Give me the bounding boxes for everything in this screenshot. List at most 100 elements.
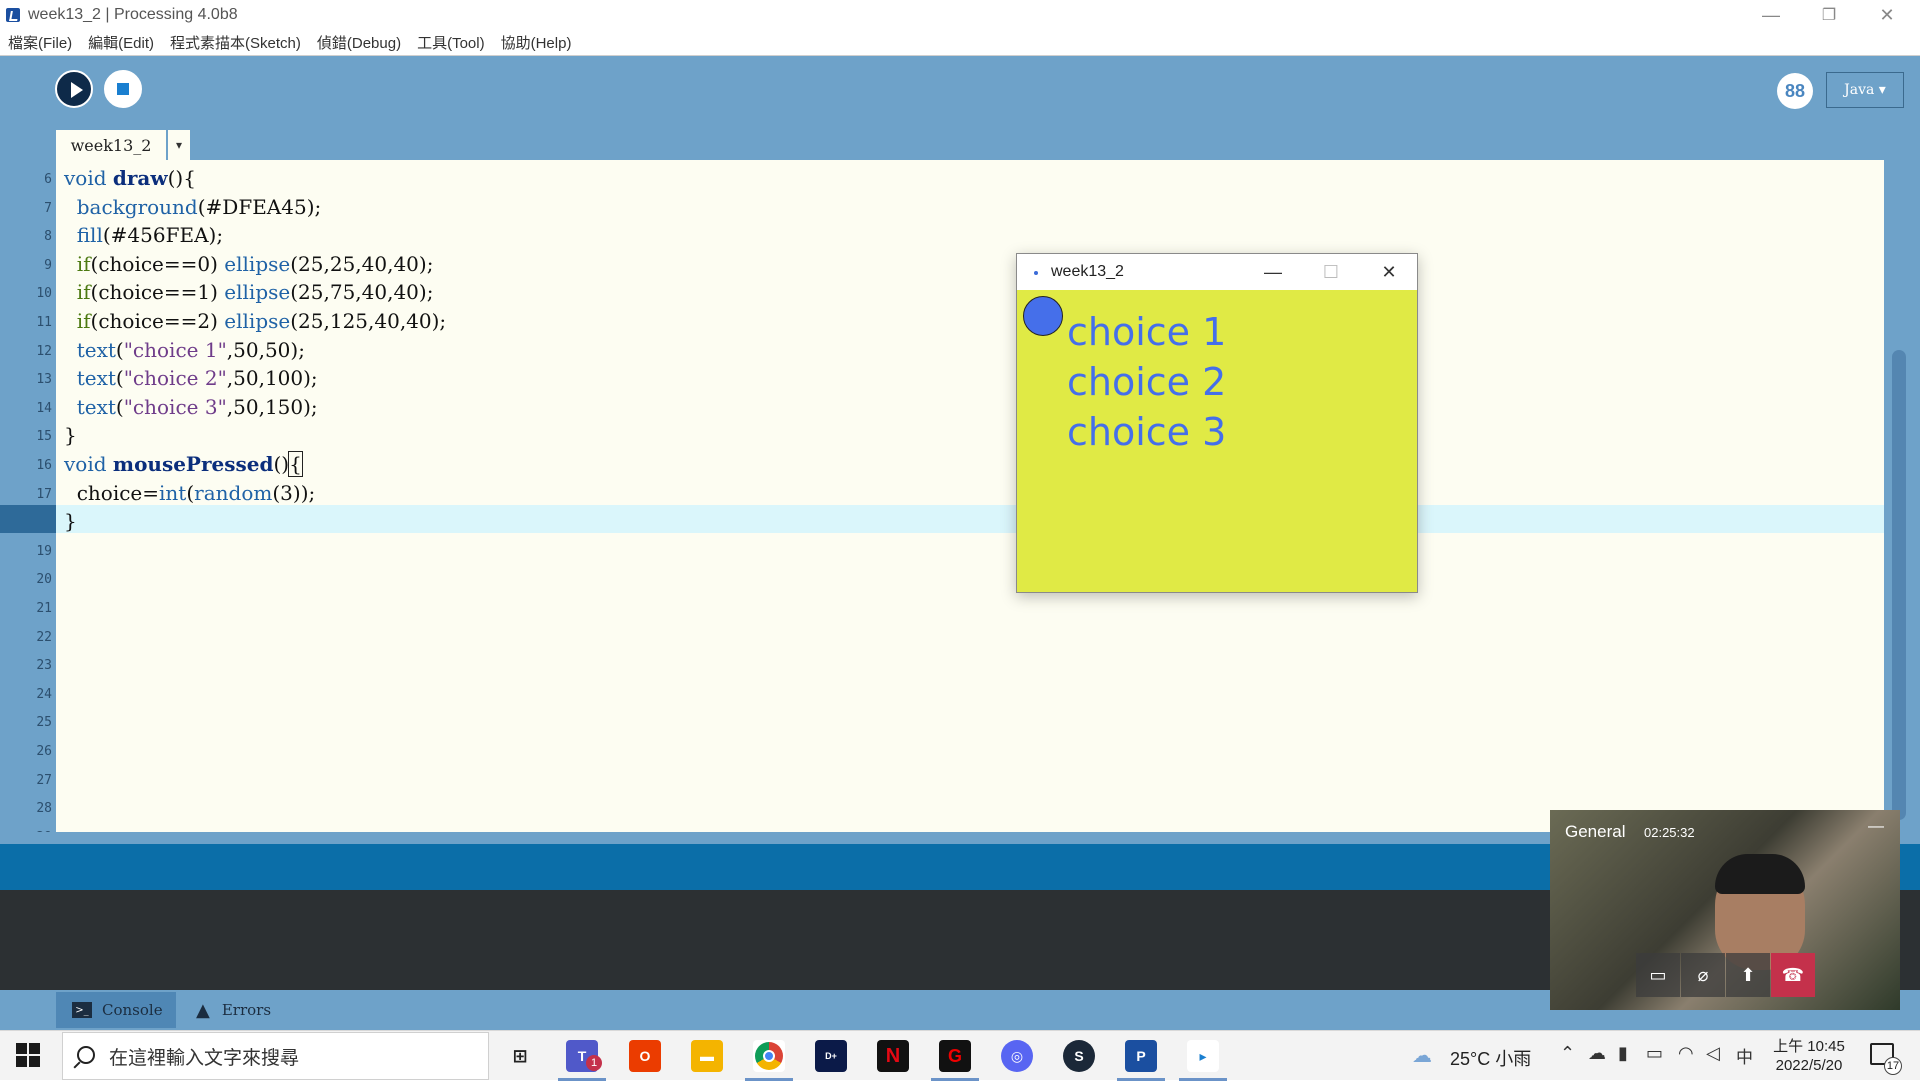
code-line[interactable]: text("choice 2",50,100);: [64, 366, 318, 390]
current-line-gutter-highlight: [0, 505, 56, 533]
garena-icon[interactable]: G: [939, 1040, 971, 1072]
run-button[interactable]: [55, 70, 93, 108]
line-number: 6: [44, 172, 52, 187]
search-placeholder: 在這裡輸入文字來搜尋: [109, 1047, 300, 1069]
code-line[interactable]: }: [64, 509, 77, 533]
menu-edit[interactable]: 編輯(Edit): [88, 32, 154, 53]
stop-button[interactable]: [104, 70, 142, 108]
mic-muted-icon[interactable]: ⌀: [1681, 953, 1725, 997]
console-icon: >_: [72, 1002, 92, 1018]
sketch-close-button[interactable]: ✕: [1365, 254, 1413, 290]
tab-errors[interactable]: ▲ Errors: [190, 992, 310, 1028]
code-line[interactable]: if(choice==0) ellipse(25,25,40,40);: [64, 252, 434, 276]
sketch-window[interactable]: week13_2 — ☐ ✕ choice 1 choice 2 choice …: [1016, 253, 1418, 593]
menu-debug[interactable]: 偵錯(Debug): [317, 32, 401, 53]
sketch-maximize-button[interactable]: ☐: [1307, 254, 1355, 290]
menu-tool[interactable]: 工具(Tool): [417, 32, 485, 53]
sketch-title-bar: week13_2 — ☐ ✕: [1017, 254, 1417, 290]
windows-start-icon[interactable]: [16, 1043, 40, 1067]
start-tile: [16, 1056, 27, 1067]
sketch-choice-2: choice 2: [1067, 360, 1227, 404]
window-title: week13_2 | Processing 4.0b8: [28, 6, 238, 23]
share-screen-icon[interactable]: ⬆: [1726, 953, 1770, 997]
sketch-title: week13_2: [1051, 263, 1124, 280]
office-icon[interactable]: O: [629, 1040, 661, 1072]
sketch-ellipse: [1023, 296, 1063, 336]
line-number: 10: [36, 286, 52, 302]
disney-plus-icon[interactable]: D+: [815, 1040, 847, 1072]
code-line[interactable]: fill(#456FEA);: [64, 223, 223, 247]
line-number: 22: [36, 629, 52, 645]
minimize-button[interactable]: —: [1742, 0, 1800, 30]
scrollbar-thumb[interactable]: [1892, 350, 1906, 820]
file-explorer-icon[interactable]: ▬: [691, 1040, 723, 1072]
battery-icon[interactable]: ▭: [1646, 1043, 1663, 1064]
line-number: 21: [36, 601, 52, 616]
netflix-icon[interactable]: N: [877, 1040, 909, 1072]
code-line[interactable]: if(choice==2) ellipse(25,125,40,40);: [64, 309, 446, 333]
close-button[interactable]: ✕: [1858, 0, 1916, 30]
stop-icon: [117, 83, 129, 95]
onedrive-icon[interactable]: ☁: [1588, 1043, 1606, 1064]
line-number: 17: [36, 486, 52, 502]
mode-selector[interactable]: Java ▾: [1826, 72, 1904, 108]
warning-icon: ▲: [196, 999, 210, 1021]
clock-date[interactable]: 2022/5/20: [1770, 1057, 1848, 1074]
line-number: 15: [36, 429, 52, 445]
line-number: 19: [36, 543, 52, 559]
line-number: 25: [36, 715, 52, 731]
line-number: 27: [36, 772, 52, 788]
clock-time[interactable]: 上午 10:45: [1770, 1035, 1848, 1056]
ime-indicator[interactable]: 中: [1736, 1043, 1753, 1068]
game-app-icon[interactable]: ◎: [1001, 1040, 1033, 1072]
line-number: 16: [36, 458, 52, 473]
line-number: 7: [44, 200, 52, 216]
code-line[interactable]: text("choice 3",50,150);: [64, 395, 318, 419]
code-line[interactable]: void draw(){: [64, 166, 196, 190]
task-view-icon[interactable]: ⊞: [504, 1040, 536, 1072]
menu-sketch[interactable]: 程式素描本(Sketch): [170, 32, 301, 53]
processing-taskbar-icon[interactable]: P: [1125, 1040, 1157, 1072]
restore-button[interactable]: ❐: [1800, 0, 1858, 30]
tab-errors-label: Errors: [221, 1001, 272, 1019]
tab-week13_2[interactable]: week13_2: [56, 130, 166, 160]
tab-console[interactable]: >_ Console: [56, 992, 176, 1028]
code-line[interactable]: text("choice 1",50,50);: [64, 338, 305, 362]
end-call-button[interactable]: ☎: [1771, 953, 1815, 997]
volume-icon[interactable]: ◁: [1706, 1043, 1720, 1064]
line-number: 12: [36, 343, 52, 359]
menu-help[interactable]: 協助(Help): [501, 32, 572, 53]
camera-off-icon[interactable]: ▭: [1636, 953, 1680, 997]
code-line[interactable]: void mousePressed(){: [64, 451, 303, 477]
chrome-icon[interactable]: [753, 1040, 785, 1072]
teams-minimize-button[interactable]: —: [1868, 818, 1884, 836]
code-editor[interactable]: void draw(){ background(#DFEA45); fill(#…: [56, 160, 1884, 832]
weather-text[interactable]: 25°C 小雨: [1450, 1045, 1531, 1071]
line-number-gutter: 6789101112131415161718192021222324252627…: [0, 160, 56, 845]
code-line[interactable]: }: [64, 423, 77, 447]
sketch-choice-1: choice 1: [1067, 310, 1227, 354]
title-bar: week13_2 | Processing 4.0b8 — ❐ ✕: [0, 0, 1920, 30]
code-line[interactable]: choice=int(random(3));: [64, 481, 316, 505]
steam-icon[interactable]: S: [1063, 1040, 1095, 1072]
tab-console-label: Console: [102, 1001, 163, 1019]
processing-app-icon: [6, 8, 20, 22]
wifi-icon[interactable]: ◠: [1678, 1043, 1694, 1064]
tray-expand-icon[interactable]: ⌃: [1560, 1043, 1575, 1064]
weather-icon[interactable]: ☁: [1412, 1043, 1432, 1068]
editor-scrollbar[interactable]: [1884, 160, 1920, 832]
code-line[interactable]: if(choice==1) ellipse(25,75,40,40);: [64, 280, 434, 304]
microphone-icon[interactable]: ▮: [1618, 1043, 1628, 1064]
teams-call-window[interactable]: General 02:25:32 — ▭ ⌀ ⬆ ☎: [1550, 810, 1900, 1010]
debug-butterfly-icon[interactable]: 88: [1777, 73, 1813, 109]
code-line[interactable]: background(#DFEA45);: [64, 195, 322, 219]
sketch-taskbar-icon[interactable]: ▸: [1187, 1040, 1219, 1072]
menu-file[interactable]: 檔案(File): [8, 32, 72, 53]
line-number: 26: [36, 744, 52, 759]
sketch-minimize-button[interactable]: —: [1249, 254, 1297, 290]
tab-menu-chevron-icon[interactable]: ▾: [168, 130, 190, 160]
chrome-logo-center: [763, 1050, 775, 1062]
line-number: 13: [36, 372, 52, 388]
taskbar-search-input[interactable]: 在這裡輸入文字來搜尋: [62, 1032, 489, 1080]
line-number: 20: [36, 572, 52, 588]
